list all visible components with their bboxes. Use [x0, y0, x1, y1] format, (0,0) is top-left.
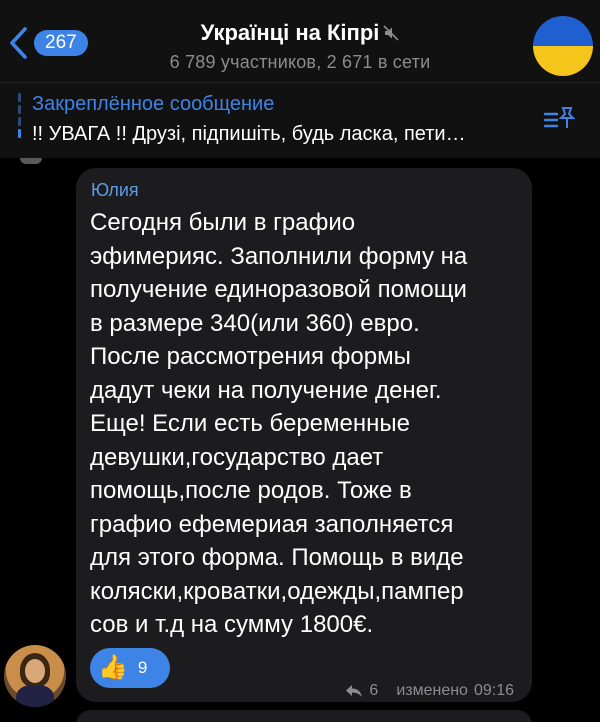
back-button[interactable]: 267 — [8, 26, 88, 60]
pinned-position-indicator — [18, 93, 21, 149]
message-text: Сегодня были в графио эфимерияс. Заполни… — [90, 206, 526, 642]
chat-subtitle: 6 789 участников, 2 671 в сети — [169, 52, 431, 72]
pinned-list-icon[interactable] — [543, 104, 577, 132]
pinned-message-bar[interactable]: Закреплённое сообщение !! УВАГА !! Друзі… — [0, 82, 600, 158]
sender-avatar[interactable] — [4, 645, 66, 707]
thumbs-up-reaction[interactable]: 👍 9 — [90, 648, 170, 688]
reply-arrow-icon[interactable] — [345, 684, 363, 698]
chat-header: 267 Українці на Кіпрі 6 789 участников, … — [0, 0, 600, 82]
message-line: Сегодня были в графио — [90, 209, 356, 236]
pinned-title: Закреплённое сообщение — [32, 93, 275, 115]
thumbs-up-icon: 👍 — [98, 654, 128, 681]
message-meta: 6 изменено 09:16 — [345, 682, 514, 700]
flag-blue-stripe — [533, 16, 593, 46]
message-line: для этого форма. Помощь в виде — [90, 544, 464, 571]
message-line: графио ефемериая заполняется — [90, 510, 454, 538]
muted-speaker-icon — [383, 25, 399, 41]
message-line: сов и т.д на сумму 1800€. — [90, 611, 374, 638]
unread-count-badge: 267 — [34, 30, 88, 56]
message-line: Еще! Если есть беременные — [90, 410, 410, 437]
sender-name[interactable]: Юлия — [91, 180, 139, 201]
message-line: получение единоразовой помощи — [90, 276, 467, 303]
message-line: в размере 340(или 360) евро. — [90, 309, 420, 337]
message-bubble[interactable]: Юлия Сегодня были в графио эфимерияс. За… — [76, 168, 532, 702]
reaction-count: 9 — [137, 658, 148, 677]
group-avatar[interactable] — [533, 16, 593, 76]
message-time: 09:16 — [473, 682, 514, 699]
edited-label: изменено — [396, 682, 468, 699]
message-line: После рассмотрения формы — [90, 343, 411, 370]
message-line: дадут чеки на получение денег. — [90, 376, 442, 404]
message-line: коляски,кроватки,одежды,пампер — [90, 577, 464, 605]
previous-message-edge — [20, 158, 42, 164]
message-line: помощь,после родов. Тоже в — [90, 477, 412, 504]
chat-info[interactable]: Українці на Кіпрі 6 789 участников, 2 67… — [120, 20, 480, 73]
next-message-bubble[interactable] — [76, 710, 532, 722]
message-line: эфимерияс. Заполнили форму на — [90, 242, 468, 270]
pinned-text: !! УВАГА !! Друзі, підпишіть, будь ласка… — [32, 123, 466, 145]
message-line: девушки,государство дает — [90, 443, 384, 471]
flag-yellow-stripe — [533, 46, 593, 76]
message-list[interactable]: Юлия Сегодня были в графио эфимерияс. За… — [0, 158, 600, 722]
chevron-left-icon — [10, 27, 27, 59]
reply-count[interactable]: 6 — [369, 682, 378, 700]
chat-title: Українці на Кіпрі — [200, 20, 380, 45]
